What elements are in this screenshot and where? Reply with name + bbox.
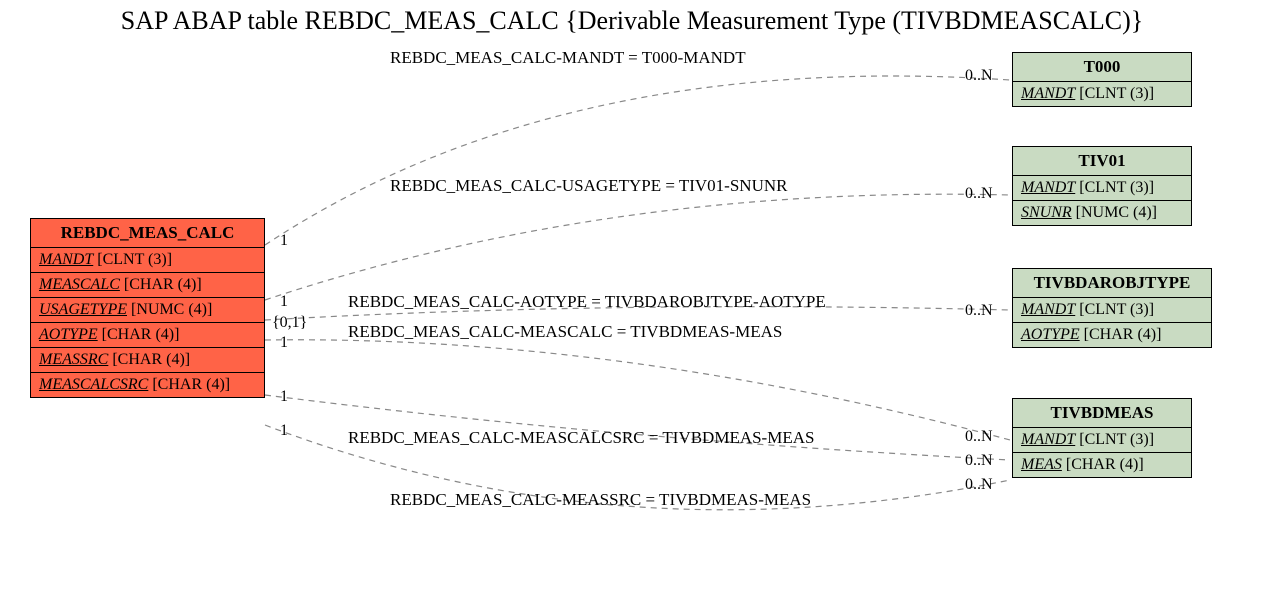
cardinality-label: 1: [280, 334, 288, 352]
entity-field: MANDT [CLNT (3)]: [1013, 298, 1211, 323]
cardinality-label: 1: [280, 422, 288, 440]
entity-tiv01: TIV01 MANDT [CLNT (3)] SNUNR [NUMC (4)]: [1012, 146, 1192, 226]
entity-header: TIVBDMEAS: [1013, 399, 1191, 428]
cardinality-label: 0..N: [965, 476, 993, 494]
relation-label: REBDC_MEAS_CALC-MEASCALC = TIVBDMEAS-MEA…: [348, 322, 782, 342]
entity-t000: T000 MANDT [CLNT (3)]: [1012, 52, 1192, 107]
cardinality-label: 1: [280, 388, 288, 406]
cardinality-label: 1: [280, 293, 288, 311]
relation-label: REBDC_MEAS_CALC-MANDT = T000-MANDT: [390, 48, 746, 68]
cardinality-label: {0,1}: [272, 314, 307, 332]
cardinality-label: 1: [280, 232, 288, 250]
entity-header: T000: [1013, 53, 1191, 82]
entity-field: MANDT [CLNT (3)]: [1013, 176, 1191, 201]
cardinality-label: 0..N: [965, 67, 993, 85]
cardinality-label: 0..N: [965, 428, 993, 446]
entity-field: MANDT [CLNT (3)]: [1013, 428, 1191, 453]
entity-field: AOTYPE [CHAR (4)]: [31, 323, 264, 348]
entity-field: AOTYPE [CHAR (4)]: [1013, 323, 1211, 347]
entity-field: SNUNR [NUMC (4)]: [1013, 201, 1191, 225]
entity-field: MEASSRC [CHAR (4)]: [31, 348, 264, 373]
entity-field: MANDT [CLNT (3)]: [1013, 82, 1191, 106]
relation-label: REBDC_MEAS_CALC-USAGETYPE = TIV01-SNUNR: [390, 176, 787, 196]
entity-rebdc-meas-calc: REBDC_MEAS_CALC MANDT [CLNT (3)] MEASCAL…: [30, 218, 265, 398]
relation-label: REBDC_MEAS_CALC-MEASSRC = TIVBDMEAS-MEAS: [390, 490, 811, 510]
entity-tivbdarobjtype: TIVBDAROBJTYPE MANDT [CLNT (3)] AOTYPE […: [1012, 268, 1212, 348]
entity-tivbdmeas: TIVBDMEAS MANDT [CLNT (3)] MEAS [CHAR (4…: [1012, 398, 1192, 478]
entity-field: MANDT [CLNT (3)]: [31, 248, 264, 273]
relation-label: REBDC_MEAS_CALC-AOTYPE = TIVBDAROBJTYPE-…: [348, 292, 826, 312]
cardinality-label: 0..N: [965, 185, 993, 203]
entity-field: USAGETYPE [NUMC (4)]: [31, 298, 264, 323]
cardinality-label: 0..N: [965, 302, 993, 320]
entity-header: REBDC_MEAS_CALC: [31, 219, 264, 248]
entity-field: MEASCALC [CHAR (4)]: [31, 273, 264, 298]
cardinality-label: 0..N: [965, 452, 993, 470]
relation-label: REBDC_MEAS_CALC-MEASCALCSRC = TIVBDMEAS-…: [348, 428, 814, 448]
entity-field: MEAS [CHAR (4)]: [1013, 453, 1191, 477]
entity-field: MEASCALCSRC [CHAR (4)]: [31, 373, 264, 397]
page-title: SAP ABAP table REBDC_MEAS_CALC {Derivabl…: [0, 6, 1264, 36]
entity-header: TIV01: [1013, 147, 1191, 176]
entity-header: TIVBDAROBJTYPE: [1013, 269, 1211, 298]
